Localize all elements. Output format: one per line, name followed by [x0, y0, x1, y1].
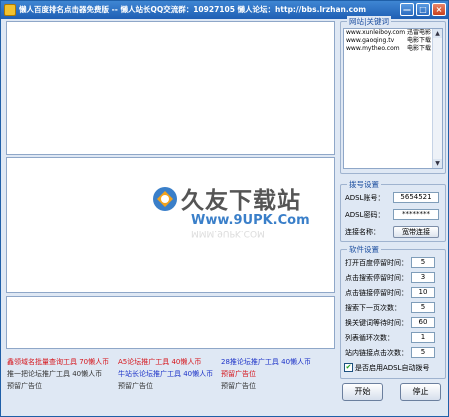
- setting-row: 点击链接停留时间： 10: [341, 287, 445, 299]
- app-window: 懒人百度排名点击器免费版 -- 懒人站长QQ交流群：10927105 懒人论坛：…: [0, 0, 449, 417]
- setting-label: 点击链接停留时间：: [345, 289, 408, 297]
- setting-label: 列表循环次数：: [345, 334, 394, 342]
- scroll-down-icon[interactable]: ▼: [433, 159, 442, 168]
- ad-link[interactable]: 预留广告位: [221, 369, 256, 379]
- keyword-url: www.xunleiboy.com: [346, 29, 406, 36]
- keyword-scrollbar[interactable]: ▲ ▼: [432, 29, 442, 168]
- setting-row: 打开百度停留时间： 5: [341, 257, 445, 269]
- watermark-logo-icon: [153, 187, 177, 211]
- keyword-group: 网站|关键词 www.xunleiboy.com 迅雷电影 www.gaoqin…: [340, 16, 446, 174]
- setting-row: 点击搜索停留时间： 3: [341, 272, 445, 284]
- keyword-text: 迅雷电影: [407, 29, 432, 36]
- list-item[interactable]: www.mytheo.com 电影下载: [344, 45, 442, 53]
- adsl-connection-label: 连接名称：: [345, 228, 380, 236]
- keyword-text: 电影下载: [407, 45, 432, 52]
- adsl-account-label: ADSL账号：: [345, 194, 385, 202]
- window-controls: — □ ×: [400, 3, 446, 16]
- ad-link[interactable]: 推一把论坛推广工具 40懒人币: [7, 369, 102, 379]
- setting-input[interactable]: 5: [411, 302, 435, 313]
- adsl-connection-row: 连接名称： 宽带连接: [341, 226, 445, 238]
- close-button[interactable]: ×: [432, 3, 446, 16]
- adsl-account-input[interactable]: 5654521: [393, 192, 439, 203]
- stop-button[interactable]: 停止: [400, 383, 441, 401]
- setting-row: 换关键词等待时间： 60: [341, 317, 445, 329]
- watermark: 久友下载站 Www.9UPK.Com MMM.9UPK.COM: [151, 181, 321, 241]
- ad-link[interactable]: 预留广告位: [118, 381, 153, 391]
- browser-pane-top[interactable]: [6, 21, 335, 155]
- setting-input[interactable]: 3: [411, 272, 435, 283]
- watermark-reflection: MMM.9UPK.COM: [191, 228, 265, 238]
- minimize-button[interactable]: —: [400, 3, 414, 16]
- scroll-up-icon[interactable]: ▲: [433, 29, 442, 38]
- keyword-text: 电影下载: [407, 37, 432, 44]
- adsl-group-title: 拨号设置: [347, 179, 381, 190]
- setting-input[interactable]: 1: [411, 332, 435, 343]
- adsl-password-input[interactable]: ********: [393, 209, 439, 220]
- browser-pane-bottom[interactable]: [6, 296, 335, 349]
- setting-label: 点击搜索停留时间：: [345, 274, 408, 282]
- keyword-url: www.mytheo.com: [346, 45, 400, 52]
- setting-input[interactable]: 5: [411, 257, 435, 268]
- setting-label: 搜索下一页次数：: [345, 304, 401, 312]
- setting-label: 换关键词等待时间：: [345, 319, 408, 327]
- ad-link[interactable]: 鑫领域名批量查询工具 70懒人币: [7, 357, 109, 367]
- keyword-list[interactable]: www.xunleiboy.com 迅雷电影 www.gaoqing.tv 电影…: [343, 28, 443, 169]
- window-title: 懒人百度排名点击器免费版 -- 懒人站长QQ交流群：10927105 懒人论坛：…: [19, 5, 367, 14]
- adsl-password-row: ADSL密码： ********: [341, 209, 445, 221]
- auto-dial-label: 是否启用ADSL自动拨号: [355, 364, 430, 372]
- maximize-button[interactable]: □: [416, 3, 430, 16]
- adsl-group: 拨号设置 ADSL账号： 5654521 ADSL密码： ******** 连接…: [340, 179, 446, 242]
- ad-link[interactable]: A5论坛推广工具 40懒人币: [118, 357, 201, 367]
- ad-link[interactable]: 牛站长论坛推广工具 40懒人币: [118, 369, 213, 379]
- adsl-password-label: ADSL密码：: [345, 211, 385, 219]
- setting-row: 列表循环次数： 1: [341, 332, 445, 344]
- app-icon: [4, 4, 16, 16]
- ad-link[interactable]: 预留广告位: [221, 381, 256, 391]
- setting-label: 站内链接点击次数：: [345, 349, 408, 357]
- keyword-url: www.gaoqing.tv: [346, 37, 395, 44]
- setting-row: 搜索下一页次数： 5: [341, 302, 445, 314]
- list-item[interactable]: www.gaoqing.tv 电影下载: [344, 37, 442, 45]
- watermark-url: Www.9UPK.Com: [191, 213, 310, 228]
- ad-link[interactable]: 预留广告位: [7, 381, 42, 391]
- auto-dial-checkbox[interactable]: ✔: [344, 363, 353, 372]
- setting-input[interactable]: 60: [411, 317, 435, 328]
- ad-link[interactable]: 28推论坛推广工具 40懒人币: [221, 357, 311, 367]
- start-button[interactable]: 开始: [342, 383, 383, 401]
- setting-input[interactable]: 5: [411, 347, 435, 358]
- keyword-group-title: 网站|关键词: [347, 16, 392, 27]
- adsl-account-row: ADSL账号： 5654521: [341, 192, 445, 204]
- settings-group: 软件设置 打开百度停留时间： 5 点击搜索停留时间： 3 点击链接停留时间： 1…: [340, 244, 446, 379]
- setting-row: 站内链接点击次数： 5: [341, 347, 445, 359]
- setting-input[interactable]: 10: [411, 287, 435, 298]
- list-item[interactable]: www.xunleiboy.com 迅雷电影: [344, 29, 442, 37]
- setting-label: 打开百度停留时间：: [345, 259, 408, 267]
- watermark-title: 久友下载站: [181, 188, 301, 214]
- ad-area: 鑫领域名批量查询工具 70懒人币 A5论坛推广工具 40懒人币 28推论坛推广工…: [6, 353, 336, 413]
- adsl-connection-select[interactable]: 宽带连接: [393, 226, 439, 238]
- settings-group-title: 软件设置: [347, 244, 381, 255]
